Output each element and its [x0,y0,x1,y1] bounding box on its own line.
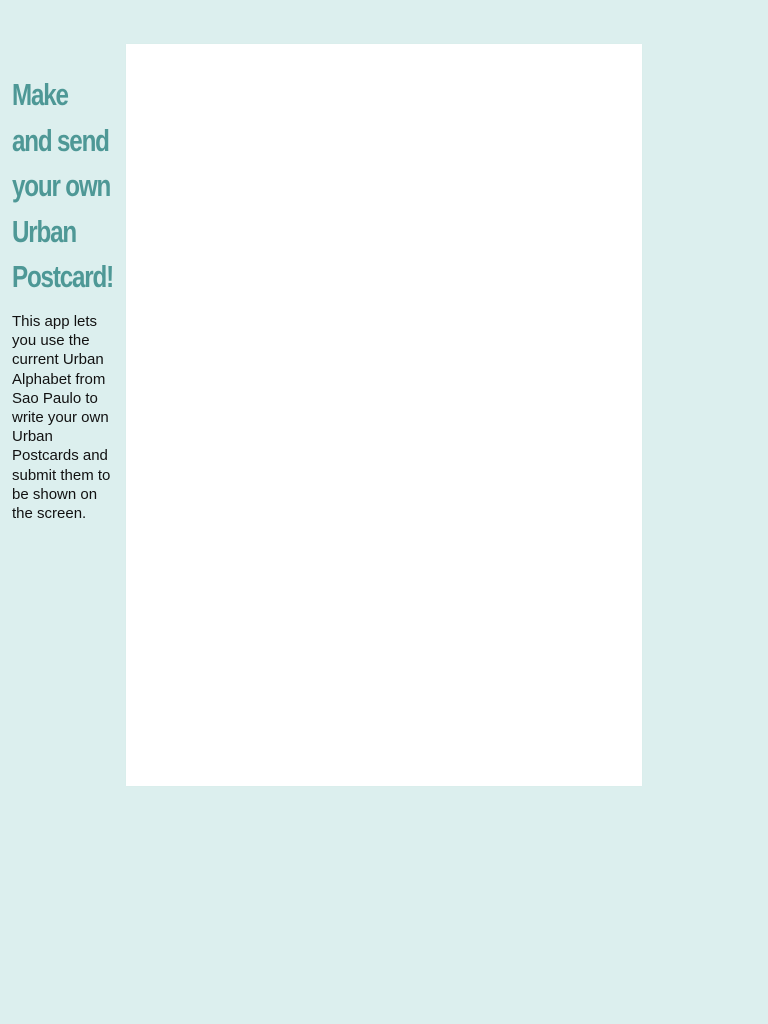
page-title-line: your own [12,168,111,203]
intro-sidebar: Make and send your own Urban Postcard! [12,72,120,300]
page-title-line: and send [12,122,110,158]
app-description: This app lets you use the current Urban … [12,313,111,523]
page-title: Make and send your own Urban Postcard! [12,72,129,300]
page-title-line: Urban [12,213,77,249]
postcard-canvas[interactable] [126,44,642,786]
page-title-line: Make [12,77,69,112]
page-title-line: Postcard! [12,259,114,294]
